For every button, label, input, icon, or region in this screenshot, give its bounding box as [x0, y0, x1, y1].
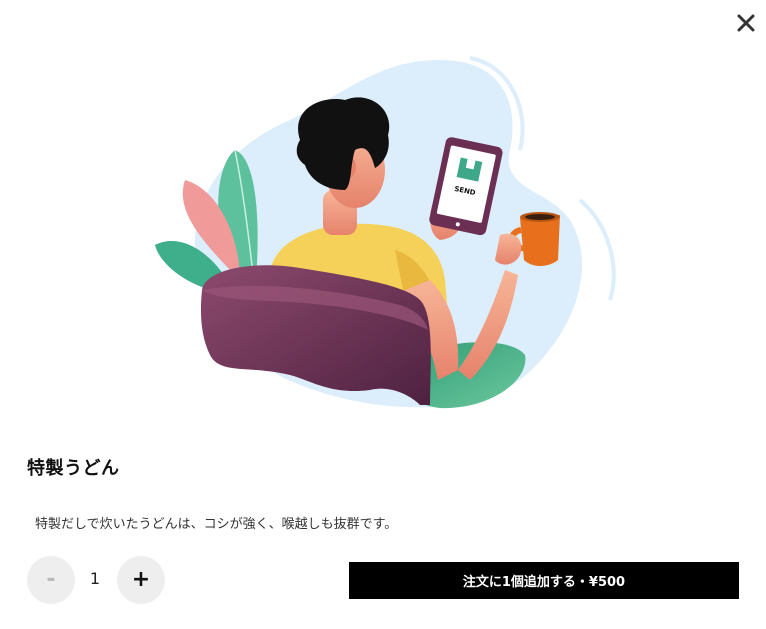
quantity-value: 1: [89, 569, 101, 588]
decrease-quantity-button[interactable]: -: [27, 556, 75, 604]
product-modal: SEND 特製うどん 特製だしで炊いたうどんは、コシが強く、喉越しも抜群です。 …: [0, 0, 766, 629]
add-to-order-button[interactable]: 注文に1個追加する・¥500: [349, 562, 739, 599]
product-description: 特製だしで炊いたうどんは、コシが強く、喉越しも抜群です。: [35, 517, 398, 532]
hero-illustration: SEND: [155, 56, 616, 409]
close-button[interactable]: [733, 10, 759, 36]
increase-quantity-button[interactable]: +: [117, 556, 165, 604]
close-icon: [737, 14, 755, 32]
product-title: 特製うどん: [27, 458, 120, 479]
